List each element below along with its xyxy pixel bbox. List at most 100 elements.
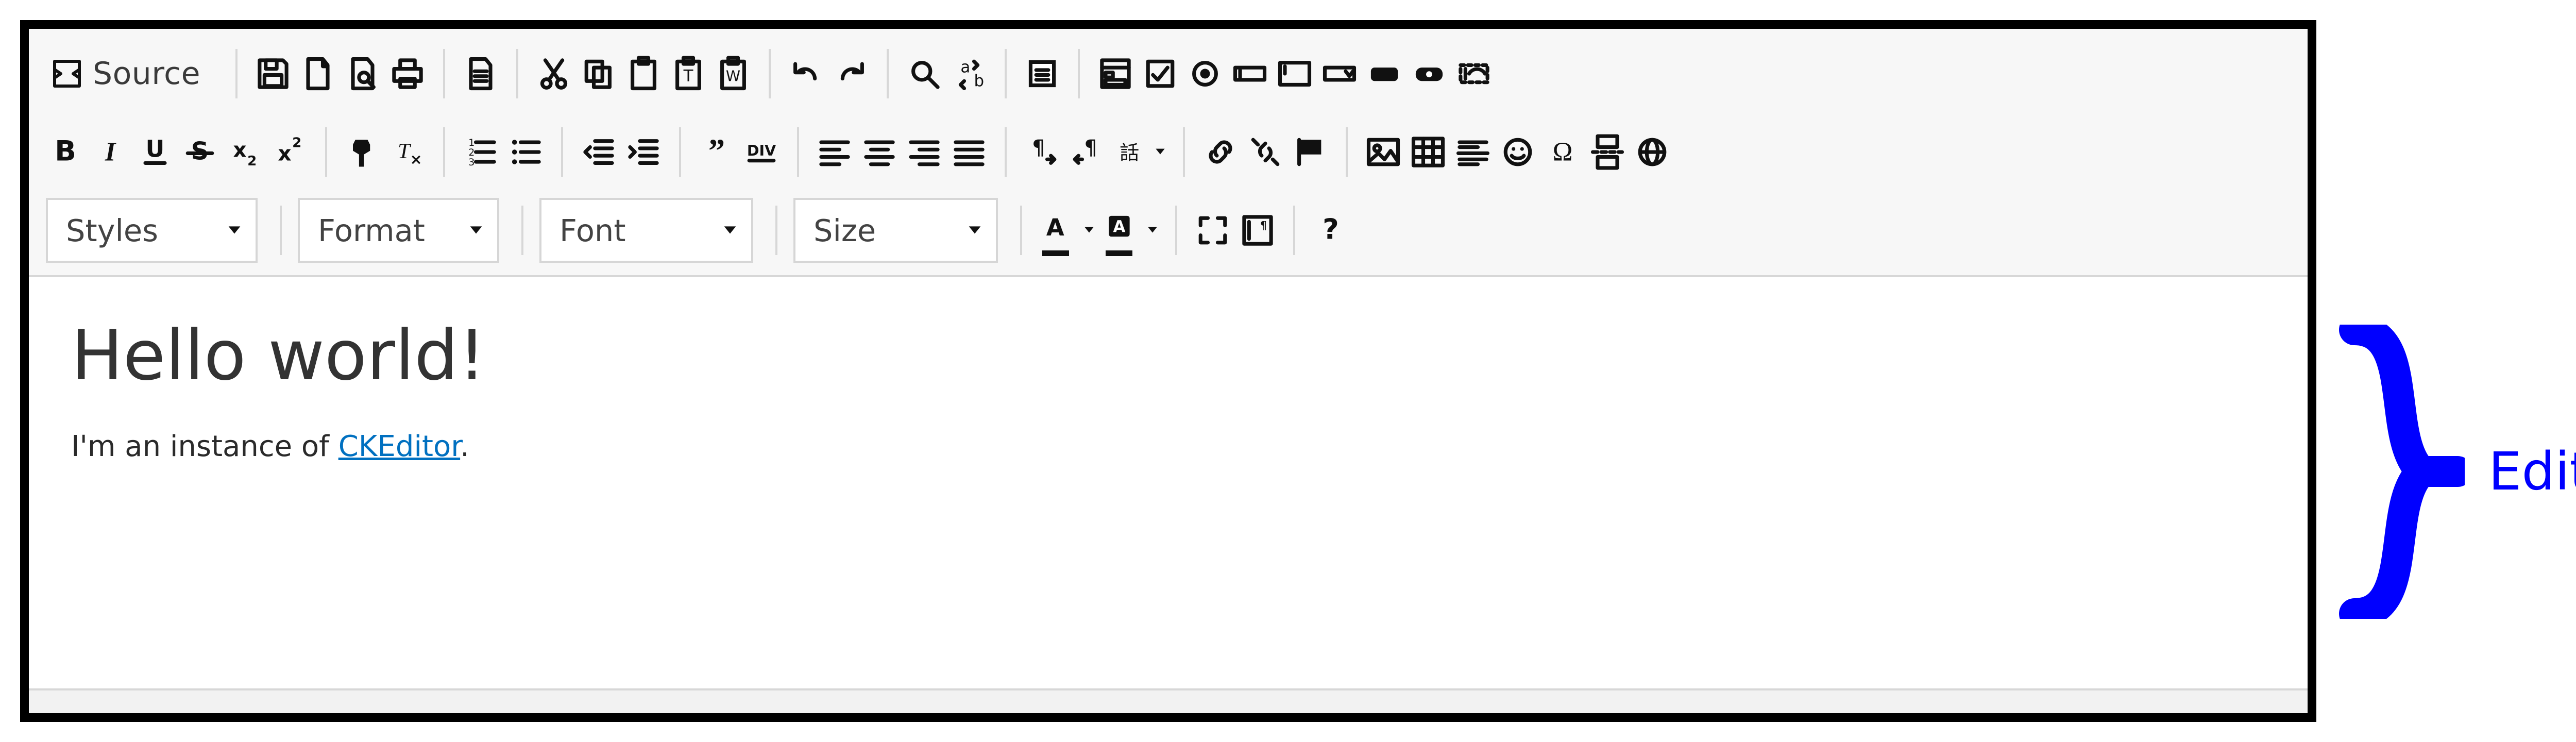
content-link[interactable]: CKEditor [338, 430, 460, 463]
diagram-stage: Source T [0, 0, 2576, 742]
size-combo-label: Size [814, 213, 876, 248]
newpage-icon[interactable] [298, 45, 337, 103]
imagebutton-icon[interactable] [1410, 45, 1449, 103]
pagebreak-icon[interactable] [1588, 123, 1627, 181]
svg-text:T: T [683, 66, 693, 85]
caret-down-icon [226, 221, 243, 240]
showblocks-icon[interactable]: ¶ [1238, 201, 1277, 259]
form-icon[interactable] [1096, 45, 1135, 103]
paste-text-icon[interactable]: T [669, 45, 708, 103]
strike-icon[interactable]: S [180, 123, 219, 181]
paste-icon[interactable] [624, 45, 663, 103]
underline-icon[interactable]: U [135, 123, 175, 181]
subscript-icon[interactable]: x2 [225, 123, 264, 181]
svg-text:A: A [1046, 214, 1064, 241]
textarea-icon[interactable] [1275, 45, 1314, 103]
iframe-icon[interactable] [1633, 123, 1672, 181]
redo-icon[interactable] [832, 45, 871, 103]
svg-text:x: x [278, 142, 291, 166]
language-button[interactable]: 話 [1112, 123, 1167, 181]
hiddenfield-icon[interactable] [1454, 45, 1494, 103]
bold-icon[interactable]: B [46, 123, 85, 181]
source-button[interactable]: Source [46, 45, 214, 103]
caret-down-icon [721, 221, 739, 240]
separator [797, 127, 799, 177]
svg-text:2: 2 [292, 136, 301, 151]
alignright-icon[interactable] [905, 123, 944, 181]
separator [280, 206, 282, 255]
replace-icon[interactable]: ab [950, 45, 989, 103]
anchor-icon[interactable] [1291, 123, 1330, 181]
svg-text:?: ? [1323, 213, 1339, 246]
blockquote-icon[interactable]: ” [697, 123, 736, 181]
annotation-editable-label: Editable area [2488, 441, 2576, 502]
copy-icon[interactable] [579, 45, 618, 103]
svg-text:2: 2 [247, 154, 257, 169]
copyformat-icon[interactable] [343, 123, 382, 181]
smiley-icon[interactable] [1498, 123, 1537, 181]
textfield-icon[interactable] [1230, 45, 1269, 103]
svg-text:¶: ¶ [1260, 220, 1267, 232]
font-combo[interactable]: Font [539, 198, 753, 263]
textcolor-button[interactable]: A [1038, 201, 1096, 259]
separator [516, 49, 518, 98]
aligncenter-icon[interactable] [860, 123, 899, 181]
format-combo[interactable]: Format [298, 198, 499, 263]
image-icon[interactable] [1364, 123, 1403, 181]
hr-icon[interactable] [1453, 123, 1493, 181]
italic-icon[interactable]: I [91, 123, 130, 181]
format-combo-label: Format [318, 213, 425, 248]
toolbar-row-3: Styles Format Font [46, 191, 2291, 269]
content-heading: Hello world! [71, 315, 2265, 396]
ltr-icon[interactable]: ¶ [1023, 123, 1062, 181]
caret-down-icon [1151, 144, 1167, 160]
radio-icon[interactable] [1185, 45, 1225, 103]
justify-icon[interactable] [950, 123, 989, 181]
numlist-icon[interactable]: 123 [461, 123, 500, 181]
cut-icon[interactable] [534, 45, 573, 103]
outdent-icon[interactable] [579, 123, 618, 181]
div-icon[interactable]: DIV [742, 123, 781, 181]
checkbox-icon[interactable] [1141, 45, 1180, 103]
editable-content[interactable]: Hello world! I'm an instance of CKEditor… [29, 277, 2308, 688]
maximize-icon[interactable] [1193, 201, 1232, 259]
bulletlist-icon[interactable] [506, 123, 545, 181]
bgcolor-button[interactable]: A [1101, 201, 1159, 259]
save-icon[interactable] [253, 45, 293, 103]
caret-down-icon [966, 221, 984, 240]
superscript-icon[interactable]: x2 [270, 123, 309, 181]
svg-text:話: 話 [1120, 141, 1139, 164]
source-label: Source [93, 56, 200, 92]
svg-text:I: I [105, 137, 116, 167]
about-icon[interactable]: ? [1311, 201, 1350, 259]
styles-combo[interactable]: Styles [46, 198, 258, 263]
selectall-icon[interactable] [1023, 45, 1062, 103]
link-icon[interactable] [1201, 123, 1240, 181]
annotation-editable-area: Editable area [2339, 325, 2576, 619]
svg-text:x: x [233, 138, 246, 162]
alignleft-icon[interactable] [815, 123, 854, 181]
specialchar-icon[interactable]: Ω [1543, 123, 1582, 181]
font-combo-label: Font [560, 213, 625, 248]
find-icon[interactable] [905, 45, 944, 103]
print-icon[interactable] [388, 45, 427, 103]
separator [679, 127, 681, 177]
templates-icon[interactable] [461, 45, 500, 103]
brace-icon [2339, 325, 2465, 619]
toolbar-row-1: Source T [46, 35, 2291, 113]
paste-word-icon[interactable]: W [714, 45, 753, 103]
table-icon[interactable] [1409, 123, 1448, 181]
separator [1175, 206, 1177, 255]
rtl-icon[interactable]: ¶ [1067, 123, 1107, 181]
preview-icon[interactable] [343, 45, 382, 103]
content-text-before: I'm an instance of [71, 430, 338, 463]
unlink-icon[interactable] [1246, 123, 1285, 181]
button-icon[interactable] [1365, 45, 1404, 103]
indent-icon[interactable] [624, 123, 663, 181]
separator [1078, 49, 1080, 98]
select-icon[interactable] [1320, 45, 1359, 103]
size-combo[interactable]: Size [793, 198, 998, 263]
undo-icon[interactable] [787, 45, 826, 103]
svg-text:a: a [960, 58, 970, 77]
removeformat-icon[interactable]: T× [388, 123, 427, 181]
